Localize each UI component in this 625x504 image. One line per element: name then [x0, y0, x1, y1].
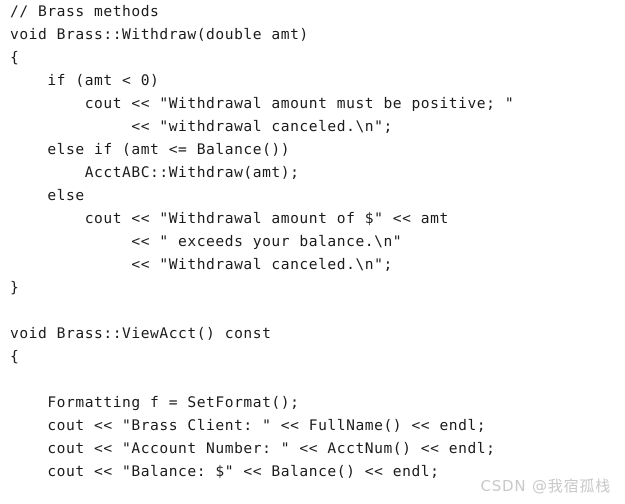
code-line: << "Withdrawal canceled.\n";	[10, 256, 393, 273]
code-line: {	[10, 49, 20, 66]
code-line: << "withdrawal canceled.\n";	[10, 118, 393, 135]
code-line: void Brass::Withdraw(double amt)	[10, 26, 309, 43]
code-line: else if (amt <= Balance())	[10, 141, 291, 158]
code-line: cout << "Withdrawal amount of $" << amt	[10, 210, 449, 227]
code-line: cout << "Brass Client: " << FullName() <…	[10, 417, 487, 434]
code-listing-page: // Brass methodsvoid Brass::Withdraw(dou…	[0, 0, 625, 504]
csdn-watermark: CSDN @我宿孤栈	[480, 477, 611, 495]
code-line: else	[10, 187, 85, 204]
code-line: }	[10, 279, 20, 296]
code-block: // Brass methodsvoid Brass::Withdraw(dou…	[0, 0, 625, 483]
code-line: Formatting f = SetFormat();	[10, 394, 300, 411]
code-line: cout << "Withdrawal amount must be posit…	[10, 95, 515, 112]
code-line: << " exceeds your balance.\n"	[10, 233, 403, 250]
code-line: cout << "Account Number: " << AcctNum() …	[10, 440, 496, 457]
code-line: AcctABC::Withdraw(amt);	[10, 164, 300, 181]
code-line: void Brass::ViewAcct() const	[10, 325, 272, 342]
code-line: if (amt < 0)	[10, 72, 160, 89]
code-line: {	[10, 348, 20, 365]
code-line: // Brass methods	[10, 3, 160, 20]
